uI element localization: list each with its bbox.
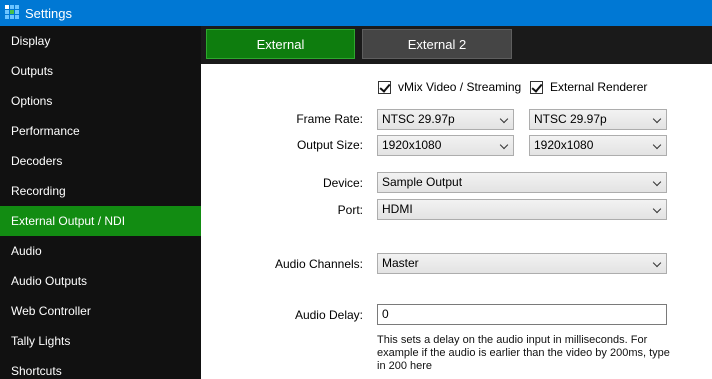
frame-rate-label: Frame Rate: [296, 112, 363, 126]
chevron-down-icon [652, 114, 662, 124]
chevron-down-icon [652, 140, 662, 150]
sidebar-item-audio[interactable]: Audio [0, 236, 201, 266]
audio-delay-help-text: This sets a delay on the audio input in … [377, 334, 670, 372]
app-grid-icon [5, 5, 21, 21]
sidebar-item-web-controller[interactable]: Web Controller [0, 296, 201, 326]
frame-rate-select-1[interactable]: NTSC 29.97p [377, 109, 514, 130]
chevron-down-icon [499, 140, 509, 150]
output-size-value-2: 1920x1080 [534, 138, 594, 152]
sidebar-item-audio-outputs[interactable]: Audio Outputs [0, 266, 201, 296]
tab-bar: External External 2 [201, 26, 712, 64]
output-size-select-1[interactable]: 1920x1080 [377, 135, 514, 156]
settings-panel: vMix Video / Streaming External Renderer… [201, 64, 712, 379]
sidebar-item-external-output[interactable]: External Output / NDI [0, 206, 201, 236]
window-title: Settings [25, 5, 72, 21]
sidebar-item-decoders[interactable]: Decoders [0, 146, 201, 176]
frame-rate-select-2[interactable]: NTSC 29.97p [529, 109, 667, 130]
chevron-down-icon [652, 204, 662, 214]
sidebar-item-display[interactable]: Display [0, 26, 201, 56]
sidebar-item-shortcuts[interactable]: Shortcuts [0, 356, 201, 379]
port-select[interactable]: HDMI [377, 199, 667, 220]
frame-rate-value-2: NTSC 29.97p [534, 112, 607, 126]
checkbox-checked-icon [378, 80, 391, 94]
sidebar-item-outputs[interactable]: Outputs [0, 56, 201, 86]
sidebar-item-options[interactable]: Options [0, 86, 201, 116]
checkbox-checked-icon [530, 80, 543, 94]
output-size-value-1: 1920x1080 [382, 138, 442, 152]
audio-channels-value: Master [382, 256, 419, 270]
external-renderer-label: External Renderer [550, 80, 648, 94]
chevron-down-icon [499, 114, 509, 124]
frame-rate-value-1: NTSC 29.97p [382, 112, 455, 126]
tab-external[interactable]: External [206, 29, 355, 59]
device-select[interactable]: Sample Output [377, 172, 667, 193]
chevron-down-icon [652, 258, 662, 268]
audio-delay-input[interactable]: 0 [377, 304, 667, 325]
output-size-select-2[interactable]: 1920x1080 [529, 135, 667, 156]
vmix-video-checkbox[interactable]: vMix Video / Streaming [378, 80, 521, 94]
sidebar-item-tally-lights[interactable]: Tally Lights [0, 326, 201, 356]
external-renderer-checkbox[interactable]: External Renderer [530, 80, 647, 94]
settings-sidebar: Display Outputs Options Performance Deco… [0, 26, 201, 379]
audio-delay-label: Audio Delay: [294, 308, 363, 322]
tab-external-2[interactable]: External 2 [362, 29, 512, 59]
port-value: HDMI [382, 202, 413, 216]
chevron-down-icon [652, 177, 662, 187]
vmix-video-label: vMix Video / Streaming [398, 80, 522, 94]
audio-channels-label: Audio Channels: [274, 257, 363, 271]
title-bar: Settings [0, 0, 712, 26]
audio-channels-select[interactable]: Master [377, 253, 667, 274]
output-size-label: Output Size: [296, 138, 363, 152]
port-label: Port: [337, 203, 363, 217]
sidebar-item-recording[interactable]: Recording [0, 176, 201, 206]
device-value: Sample Output [382, 175, 463, 189]
sidebar-item-performance[interactable]: Performance [0, 116, 201, 146]
device-label: Device: [322, 176, 363, 190]
